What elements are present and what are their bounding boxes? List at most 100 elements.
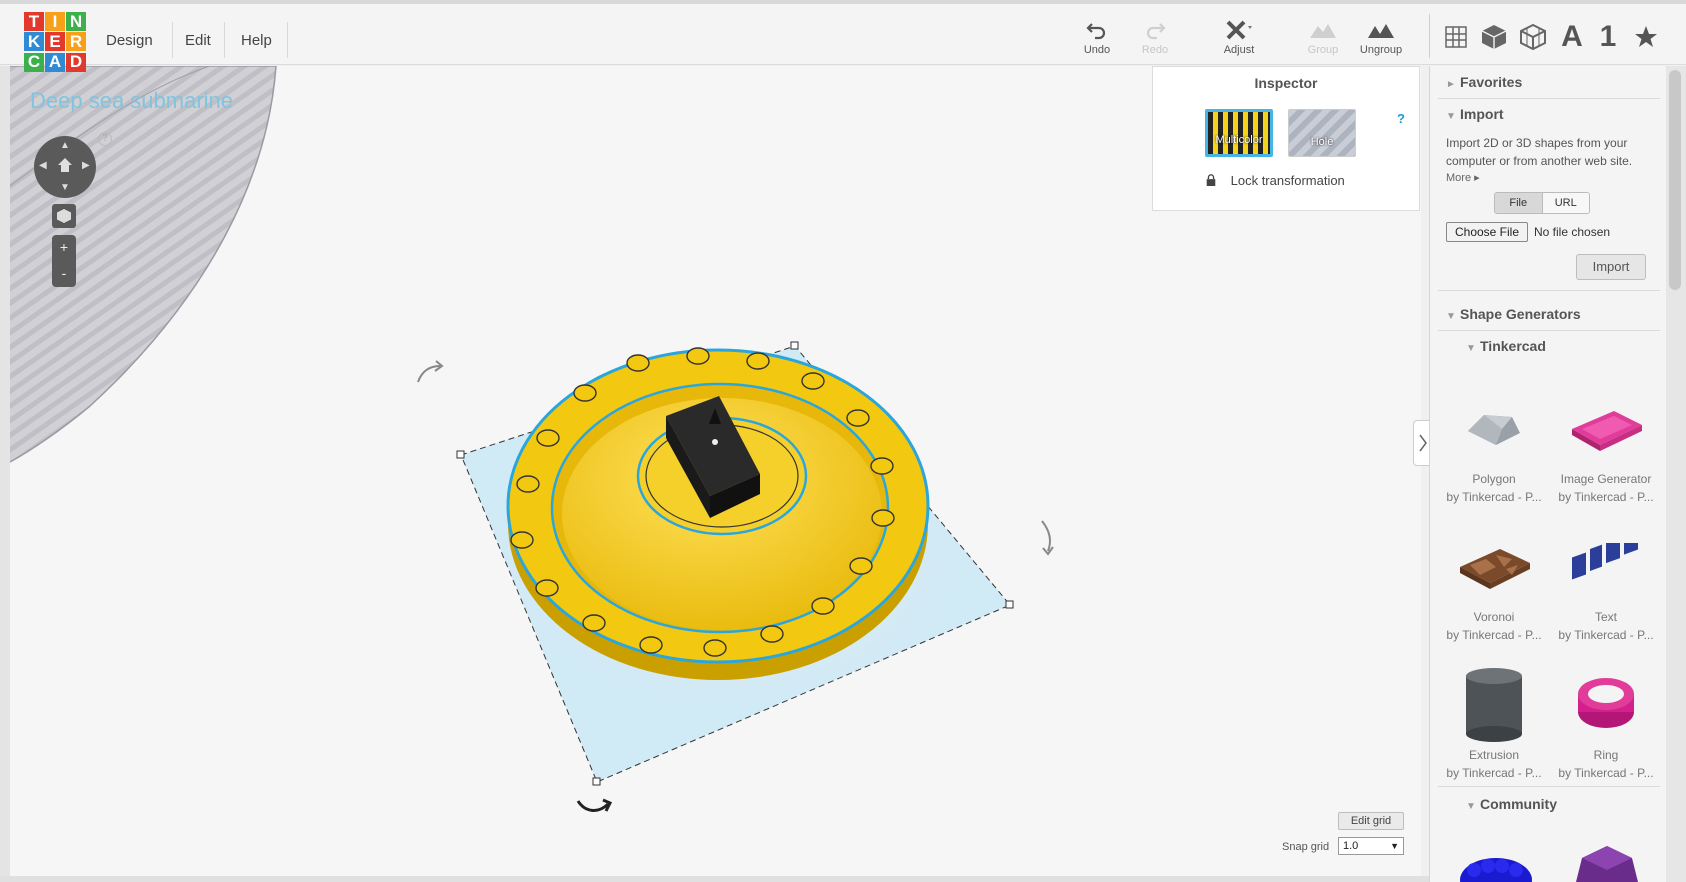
inspector-title: Inspector <box>1254 75 1318 91</box>
orbit-right-icon[interactable]: ▶ <box>82 160 90 171</box>
adjust-label: Adjust <box>1223 44 1255 56</box>
menu-help[interactable]: Help <box>241 32 272 49</box>
star-icon[interactable] <box>1629 20 1663 54</box>
lock-transformation-toggle[interactable]: Lock transformation <box>1205 173 1345 188</box>
shape-image-generator[interactable]: Image Generator by Tinkercad - P... <box>1554 388 1658 506</box>
multicolor-label: Multicolor <box>1215 134 1263 146</box>
chevron-right-icon: ► <box>1446 79 1456 90</box>
logo-letter: T <box>24 12 44 31</box>
community-shape-thumbnail[interactable] <box>1456 850 1536 882</box>
tinkercad-subsection-header[interactable]: ▼ Tinkercad <box>1466 338 1546 354</box>
voronoi-shape-icon <box>1460 549 1530 589</box>
inspector-panel: Inspector ? Multicolor Hole Lock transfo… <box>1152 66 1420 211</box>
inspector-help-icon[interactable]: ? <box>1397 111 1405 126</box>
redo-label: Redo <box>1141 44 1169 56</box>
shape-author: by Tinkercad - P... <box>1446 766 1542 780</box>
tinkercad-app: T I N K E R C A D Design Edit Help Undo … <box>0 0 1686 882</box>
resize-handle[interactable] <box>1005 600 1014 609</box>
shape-extrusion[interactable]: Extrusion by Tinkercad - P... <box>1442 664 1546 782</box>
text-shape-icon <box>1572 543 1638 580</box>
polygon-shape-icon <box>1468 415 1520 445</box>
extrusion-shape-icon <box>1466 668 1522 742</box>
resize-handle[interactable] <box>790 341 799 350</box>
home-view-icon[interactable] <box>56 156 74 174</box>
orbit-down-icon[interactable]: ▼ <box>60 182 70 193</box>
shape-text[interactable]: Text by Tinkercad - P... <box>1554 526 1658 644</box>
import-section-header[interactable]: ▼ Import <box>1446 106 1504 122</box>
adjust-button[interactable]: Adjust <box>1211 20 1267 60</box>
box-icon[interactable] <box>1477 20 1511 54</box>
view-navigation-wheel[interactable]: ▲ ▼ ◀ ▶ <box>34 136 96 198</box>
group-button[interactable]: Group <box>1295 20 1351 60</box>
ungroup-label: Ungroup <box>1359 44 1403 56</box>
import-button[interactable]: Import <box>1576 254 1646 280</box>
chevron-right-icon <box>1418 434 1427 452</box>
number-tool-icon[interactable]: 1 <box>1591 20 1625 54</box>
shape-ring[interactable]: Ring by Tinkercad - P... <box>1554 664 1658 782</box>
group-icon <box>1310 24 1336 38</box>
logo-letter: A <box>45 52 65 72</box>
logo-letter: C <box>24 52 44 72</box>
hole-swatch[interactable]: Hole <box>1288 109 1356 157</box>
shape-author: by Tinkercad - P... <box>1446 628 1542 642</box>
tinkercad-logo[interactable]: T I N K E R C A D <box>24 12 86 72</box>
rotate-arrow[interactable] <box>417 365 441 383</box>
orbit-left-icon[interactable]: ◀ <box>39 160 47 171</box>
lock-transformation-label: Lock transformation <box>1230 173 1345 188</box>
community-shape-thumbnail[interactable] <box>1572 842 1642 882</box>
chevron-down-icon: ▼ <box>1466 801 1476 812</box>
panel-scrollbar-thumb[interactable] <box>1669 70 1681 290</box>
chevron-down-icon: ▼ <box>1466 343 1476 354</box>
wireframe-box-icon[interactable] <box>1516 20 1550 54</box>
orbit-up-icon[interactable]: ▲ <box>60 140 70 151</box>
import-more-link[interactable]: More ▸ <box>1446 171 1480 184</box>
choose-file-button[interactable]: Choose File <box>1446 222 1528 242</box>
logo-letter: D <box>66 52 86 72</box>
image-generator-shape-icon <box>1572 411 1642 451</box>
url-tab[interactable]: URL <box>1542 193 1589 213</box>
file-tab[interactable]: File <box>1495 193 1543 213</box>
redo-button[interactable]: Redo <box>1127 20 1183 60</box>
multicolor-swatch[interactable]: Multicolor <box>1205 109 1273 157</box>
default-view-button[interactable] <box>52 204 76 228</box>
more-label: More <box>1446 172 1472 184</box>
edit-grid-button[interactable]: Edit grid <box>1338 812 1404 830</box>
resize-handle[interactable] <box>456 450 465 459</box>
zoom-control: + - <box>52 235 76 287</box>
shape-voronoi[interactable]: Voronoi by Tinkercad - P... <box>1442 526 1546 644</box>
shape-generators-section-header[interactable]: ▼ Shape Generators <box>1446 306 1581 322</box>
menu-edit[interactable]: Edit <box>185 32 211 49</box>
text-tool-icon[interactable]: A <box>1555 20 1589 54</box>
zoom-in-button[interactable]: + <box>52 235 76 261</box>
menu-design[interactable]: Design <box>106 32 153 49</box>
project-title[interactable]: Deep sea submarine <box>30 88 233 114</box>
chevron-down-icon: ▼ <box>1446 311 1456 322</box>
rotate-arrow-active[interactable] <box>576 800 610 812</box>
top-toolbar: T I N K E R C A D Design Edit Help Undo … <box>0 0 1686 72</box>
ungroup-button[interactable]: Ungroup <box>1353 20 1409 60</box>
toolbar-divider <box>1429 14 1430 58</box>
undo-button[interactable]: Undo <box>1069 20 1125 60</box>
shape-author: by Tinkercad - P... <box>1558 628 1654 642</box>
snap-grid-select[interactable]: 1.0 ▼ <box>1338 837 1404 855</box>
resize-handle[interactable] <box>592 777 601 786</box>
divider <box>1438 786 1660 787</box>
window-bottom-edge <box>0 876 1429 882</box>
hole-object[interactable] <box>10 66 276 462</box>
lock-icon <box>1206 174 1216 186</box>
import-description: Import 2D or 3D shapes from your compute… <box>1446 136 1633 168</box>
shape-author: by Tinkercad - P... <box>1558 490 1654 504</box>
shape-polygon[interactable]: Polygon by Tinkercad - P... <box>1442 388 1546 506</box>
divider <box>1438 98 1660 99</box>
shape-name: Text <box>1594 610 1617 624</box>
ungroup-icon <box>1368 24 1394 38</box>
tinkercad-label: Tinkercad <box>1480 338 1546 354</box>
zoom-out-button[interactable]: - <box>52 261 76 287</box>
favorites-section-header[interactable]: ► Favorites <box>1446 74 1522 90</box>
workplane-icon[interactable] <box>1439 20 1473 54</box>
dropdown-arrow-icon: ▼ <box>1390 841 1399 851</box>
navigation-help-icon[interactable]: ? <box>98 132 112 146</box>
rotate-arrow[interactable] <box>1041 520 1051 552</box>
community-subsection-header[interactable]: ▼ Community <box>1466 796 1557 812</box>
menu-divider <box>172 22 173 58</box>
